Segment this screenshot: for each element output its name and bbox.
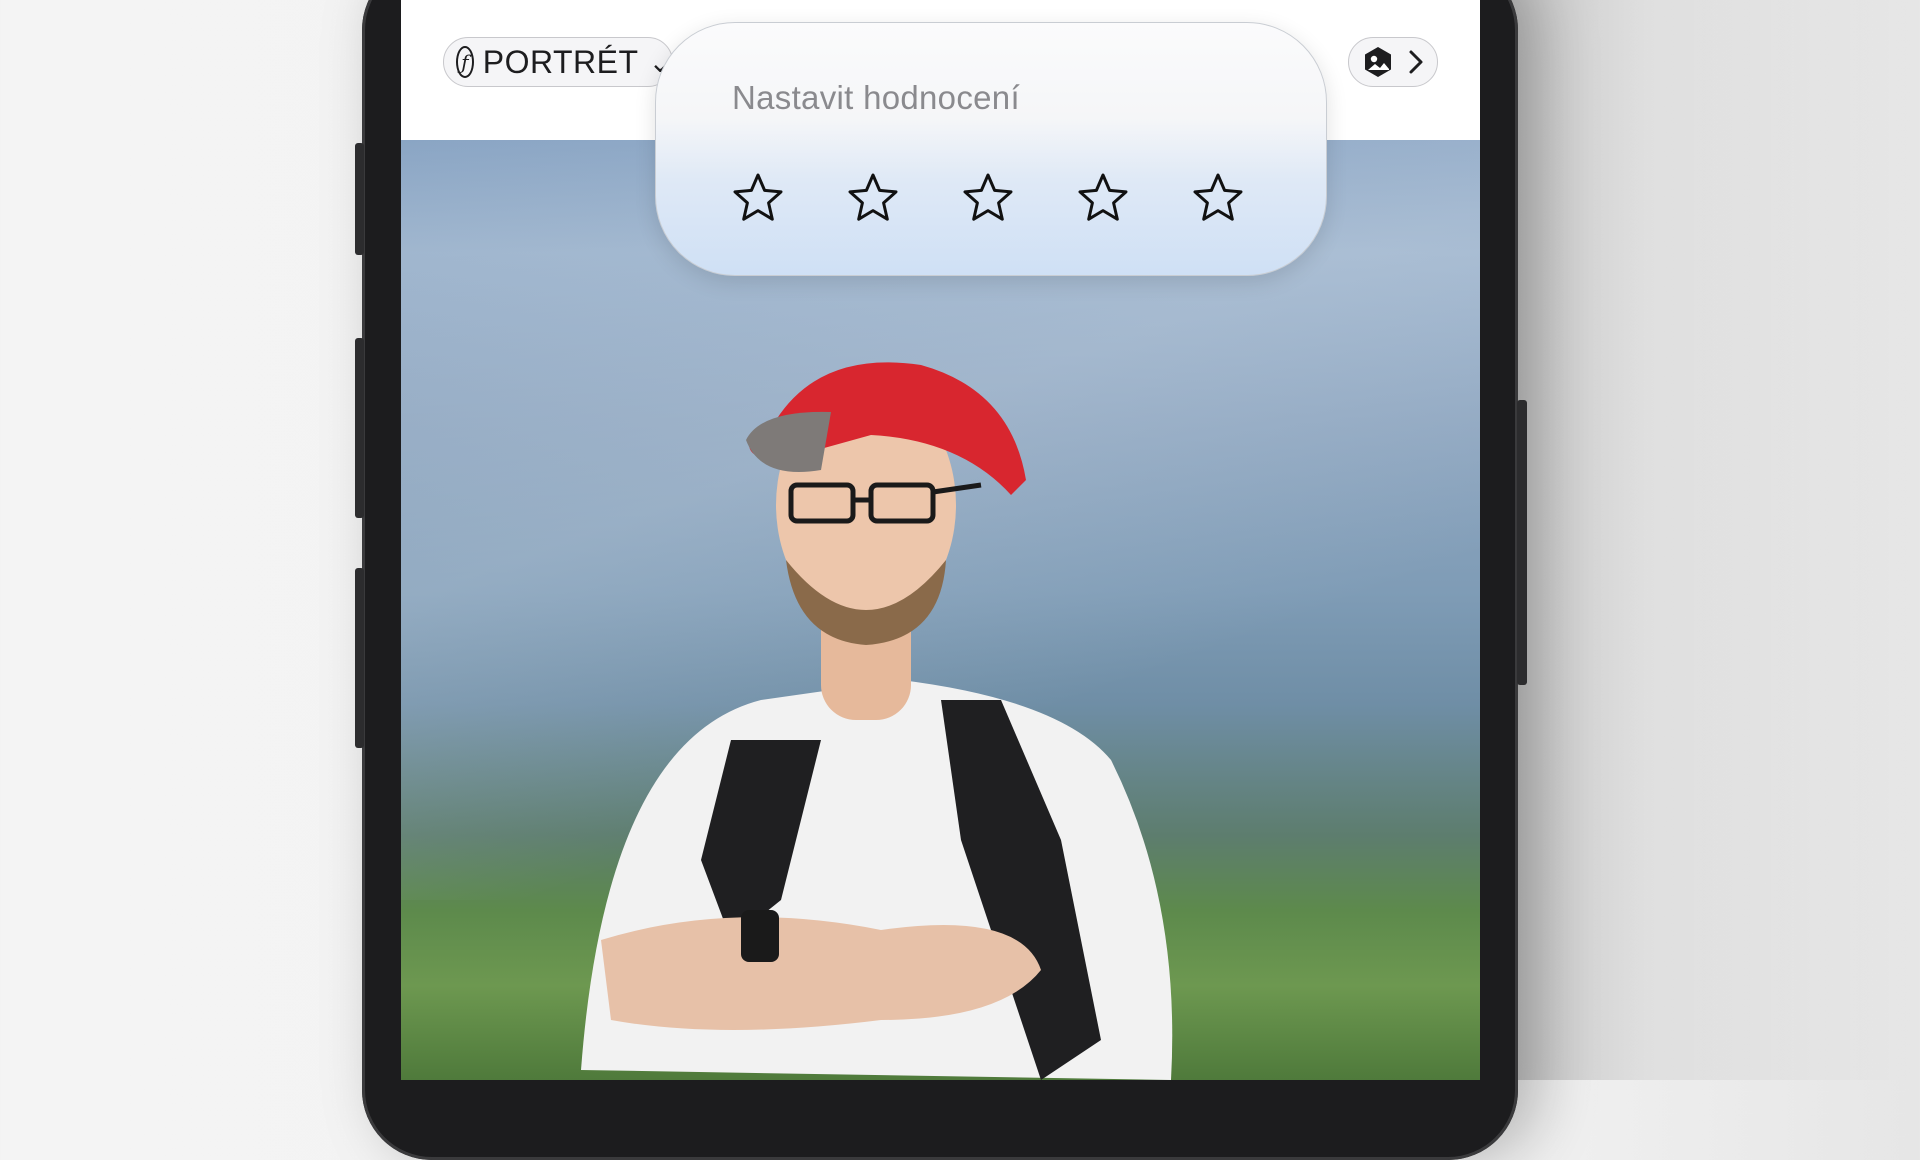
volume-up-button [355,338,364,518]
rating-popup-title: Nastavit hodnocení [732,79,1020,116]
side-button [1517,400,1527,685]
volume-down-button [355,568,364,748]
photo-image[interactable] [401,140,1480,1080]
star-4-icon[interactable] [1076,171,1130,225]
portrait-mode-label: PORTRÉT [482,43,639,80]
rating-stars [731,171,1245,225]
person-figure [581,362,1173,1080]
chevron-right-icon [1409,50,1423,74]
f-stop-icon: ƒ [456,46,474,78]
star-1-icon[interactable] [731,171,785,225]
photo-style-icon [1365,47,1391,77]
rating-popup: Nastavit hodnocení [655,22,1327,276]
star-5-icon[interactable] [1191,171,1245,225]
phone-screen: ƒ PORTRÉT ⌄ Nastavit hodnocení [401,0,1480,1080]
portrait-mode-button[interactable]: ƒ PORTRÉT ⌄ [443,37,673,87]
star-2-icon[interactable] [846,171,900,225]
action-button [355,143,364,255]
photo-style-button[interactable] [1348,37,1438,87]
star-3-icon[interactable] [961,171,1015,225]
background-shadow [1500,0,1920,1080]
